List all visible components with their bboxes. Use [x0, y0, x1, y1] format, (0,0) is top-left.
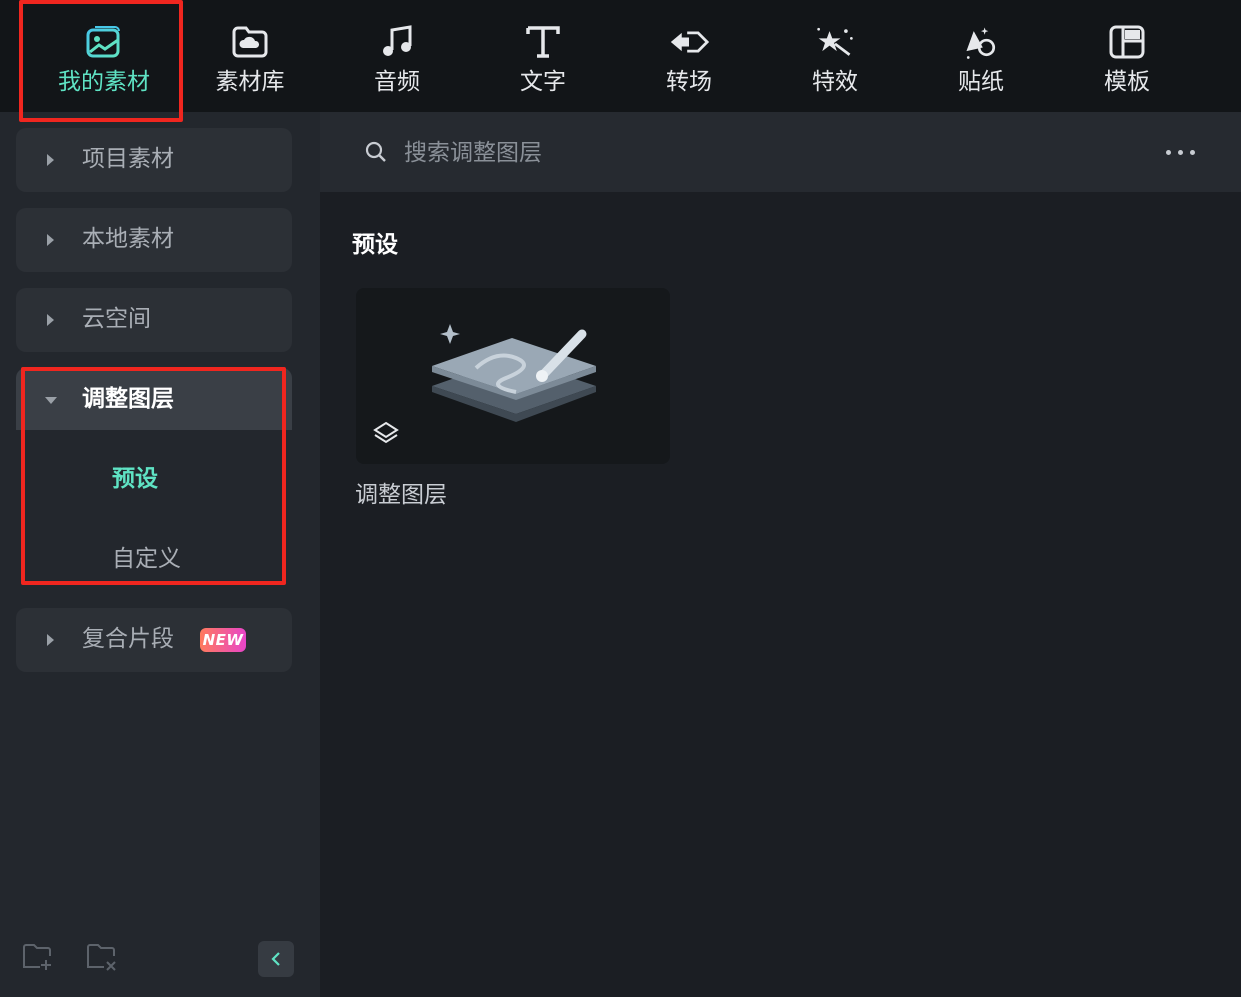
tab-label: 素材库 [215, 69, 285, 95]
layers-icon [372, 420, 400, 454]
stock-library-cloud-icon [230, 22, 270, 62]
transition-icon [669, 22, 709, 62]
my-media-icon [84, 22, 124, 62]
caret-right-icon [47, 154, 54, 166]
dot [1190, 149, 1195, 155]
sidebar-item-label: 本地素材 [82, 226, 174, 252]
sidebar-item-local-media[interactable]: 本地素材 [16, 208, 292, 272]
tab-my-media[interactable]: 我的素材 [31, 0, 177, 112]
chevron-left-icon [271, 952, 280, 966]
tab-label: 特效 [812, 69, 858, 95]
template-icon [1107, 22, 1147, 62]
top-toolbar: 我的素材 素材库 音频 文字 转场 特效 贴纸 模板 [0, 0, 1241, 112]
caret-down-icon [45, 397, 57, 404]
sidebar-item-label: 调整图层 [82, 386, 174, 412]
search-input[interactable] [402, 132, 1106, 174]
tab-audio[interactable]: 音频 [324, 0, 470, 112]
tab-label: 文字 [520, 69, 566, 95]
sidebar-item-project-media[interactable]: 项目素材 [16, 128, 292, 192]
sidebar-item-label: 复合片段 [82, 626, 174, 652]
dot [1178, 149, 1183, 155]
collapse-sidebar-button[interactable] [258, 941, 294, 977]
card-label: 调整图层 [355, 482, 447, 508]
text-t-icon [523, 22, 563, 62]
new-folder-icon[interactable] [22, 942, 54, 976]
tab-stock-library[interactable]: 素材库 [177, 0, 323, 112]
search-icon [364, 140, 388, 168]
sidebar-item-label: 项目素材 [82, 146, 174, 172]
tab-transition[interactable]: 转场 [616, 0, 762, 112]
tab-label: 转场 [666, 69, 712, 95]
tab-text[interactable]: 文字 [470, 0, 616, 112]
sidebar-item-adjustment-layer[interactable]: 调整图层 [16, 368, 292, 430]
tab-label: 音频 [374, 69, 420, 95]
tab-sticker[interactable]: 贴纸 [908, 0, 1054, 112]
more-options-button[interactable] [1166, 142, 1202, 162]
search-bar [320, 112, 1241, 192]
tab-effects[interactable]: 特效 [762, 0, 908, 112]
sidebar-item-compound-clip[interactable]: 复合片段 NEW [16, 608, 292, 672]
caret-right-icon [47, 634, 54, 646]
sidebar-subitem-presets[interactable]: 预设 [112, 464, 158, 494]
section-title: 预设 [352, 232, 398, 258]
sidebar-subitem-custom[interactable]: 自定义 [112, 544, 181, 574]
sidebar: 项目素材 本地素材 云空间 调整图层 预设 自定义 复合片段 NEW [0, 112, 320, 997]
tab-label: 我的素材 [58, 69, 150, 95]
effects-star-icon [815, 22, 855, 62]
tab-template[interactable]: 模板 [1054, 0, 1200, 112]
tab-label: 模板 [1104, 69, 1150, 95]
adjustment-layer-card[interactable] [356, 288, 670, 464]
tab-label: 贴纸 [958, 69, 1004, 95]
dot [1166, 149, 1171, 155]
delete-folder-icon[interactable] [86, 942, 118, 976]
new-badge: NEW [200, 628, 246, 652]
sticker-icon [961, 22, 1001, 62]
caret-right-icon [47, 314, 54, 326]
sidebar-item-label: 云空间 [82, 306, 151, 332]
music-note-icon [377, 22, 417, 62]
sidebar-item-cloud-space[interactable]: 云空间 [16, 288, 292, 352]
adjustment-layer-icon [432, 324, 596, 422]
caret-right-icon [47, 234, 54, 246]
